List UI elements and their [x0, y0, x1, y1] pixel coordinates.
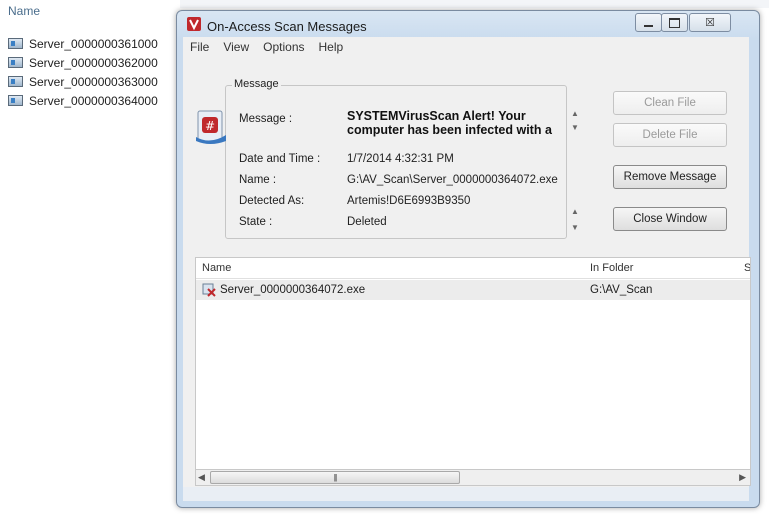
close-icon: ☒: [705, 17, 715, 29]
title-bar[interactable]: On-Access Scan Messages ☒: [177, 11, 759, 39]
state-scroll-up-icon[interactable]: ▲: [571, 207, 579, 216]
menu-file[interactable]: File: [183, 40, 216, 54]
background-window-edge: [180, 0, 769, 8]
file-icon: [8, 57, 23, 68]
detected-value: Artemis!D6E6993B9350: [347, 195, 471, 207]
maximize-button[interactable]: [661, 13, 688, 32]
remove-message-button[interactable]: Remove Message: [613, 165, 727, 189]
list-item[interactable]: Server_0000000362000: [8, 53, 158, 72]
window-title: On-Access Scan Messages: [207, 19, 367, 34]
message-scroll-down-icon[interactable]: ▼: [571, 123, 579, 132]
file-icon: [8, 95, 23, 106]
scroll-left-icon[interactable]: ◀: [198, 472, 205, 483]
horizontal-scrollbar[interactable]: ◀ ||| ▶: [195, 469, 751, 486]
menu-options[interactable]: Options: [256, 40, 311, 54]
clean-file-button[interactable]: Clean File: [613, 91, 727, 115]
window-client-area: Message # Message : SYSTEMVirusScan Aler…: [183, 57, 751, 487]
file-list: Server_0000000361000 Server_000000036200…: [8, 34, 158, 110]
file-icon: [8, 38, 23, 49]
scrollbar-thumb[interactable]: |||: [210, 471, 460, 484]
file-name: Server_0000000362000: [29, 55, 158, 70]
column-header-name[interactable]: Name: [8, 4, 40, 18]
maximize-icon: [669, 17, 680, 28]
row-folder: G:\AV_Scan: [590, 284, 653, 296]
name-label: Name :: [239, 174, 277, 186]
name-value: G:\AV_Scan\Server_0000000364072.exe: [347, 174, 558, 186]
list-item[interactable]: Server_0000000364000: [8, 91, 158, 110]
minimize-icon: [644, 24, 653, 27]
state-label: State :: [239, 216, 273, 228]
list-header: Name In Folder S: [196, 258, 750, 279]
detections-list: Name In Folder S Server_0000000364072.ex…: [195, 257, 751, 483]
table-row[interactable]: Server_0000000364072.exe G:\AV_Scan: [196, 280, 750, 300]
grip-icon: |||: [333, 473, 337, 482]
delete-file-button[interactable]: Delete File: [613, 123, 727, 147]
list-item[interactable]: Server_0000000363000: [8, 72, 158, 91]
status-bar: [183, 487, 749, 501]
scroll-right-icon[interactable]: ▶: [739, 472, 746, 483]
file-name: Server_0000000361000: [29, 36, 158, 51]
message-value: SYSTEMVirusScan Alert! Your computer has…: [347, 109, 552, 137]
close-window-button[interactable]: Close Window: [613, 207, 727, 231]
row-file-name: Server_0000000364072.exe: [220, 284, 366, 296]
scan-messages-window: On-Access Scan Messages ☒ File View Opti…: [176, 10, 760, 508]
message-group-label: Message: [232, 78, 281, 90]
message-label: Message :: [239, 113, 293, 125]
menu-help[interactable]: Help: [312, 40, 351, 54]
message-scroll-up-icon[interactable]: ▲: [571, 109, 579, 118]
minimize-button[interactable]: [635, 13, 662, 32]
virus-alert-icon: #: [196, 110, 226, 144]
file-name: Server_0000000364000: [29, 93, 158, 108]
column-header-name[interactable]: Name: [202, 262, 231, 274]
list-item[interactable]: Server_0000000361000: [8, 34, 158, 53]
state-scroll-down-icon[interactable]: ▼: [571, 223, 579, 232]
menu-bar: File View Options Help: [183, 37, 749, 58]
datetime-value: 1/7/2014 4:32:31 PM: [347, 153, 454, 165]
menu-view[interactable]: View: [216, 40, 256, 54]
vshield-icon: [187, 17, 201, 31]
file-icon: [8, 76, 23, 87]
file-name: Server_0000000363000: [29, 74, 158, 89]
state-value: Deleted: [347, 216, 387, 228]
detected-label: Detected As:: [239, 195, 305, 207]
close-button[interactable]: ☒: [689, 13, 731, 32]
infected-file-icon: [202, 283, 216, 297]
column-header-extra[interactable]: S: [744, 262, 750, 274]
svg-text:#: #: [205, 119, 215, 133]
datetime-label: Date and Time :: [239, 153, 321, 165]
column-header-folder[interactable]: In Folder: [590, 262, 633, 274]
